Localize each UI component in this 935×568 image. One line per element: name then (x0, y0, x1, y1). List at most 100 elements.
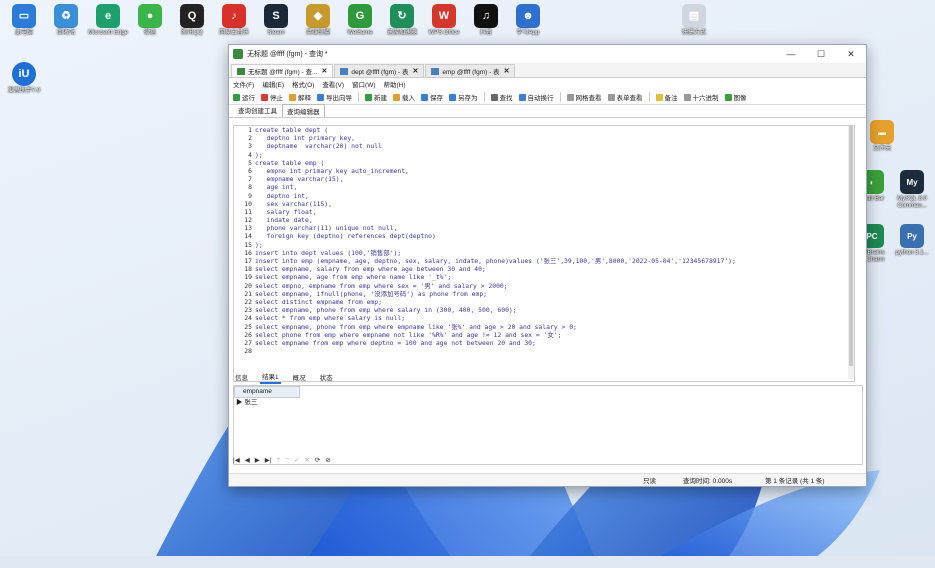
desktop-icon[interactable]: ↻ 迅游加速器 (378, 4, 426, 37)
toolbar-button[interactable]: 保存 (421, 92, 443, 102)
editor-scrollbar[interactable] (848, 126, 854, 379)
menu-format[interactable]: 格式(O) (292, 79, 314, 89)
code-line[interactable]: 6 empno int primary key auto_increment, (234, 167, 854, 175)
code-line[interactable]: 17 insert into emp (empname, age, deptno,… (234, 257, 854, 265)
code-line[interactable]: 24 select * from emp where salary is null… (234, 314, 854, 322)
code-line[interactable]: 2 deptno int primary key, (234, 134, 854, 142)
code-line[interactable]: 20 select empno, empname from emp where s… (234, 282, 854, 290)
desktop-icon[interactable]: e Microsoft Edge (84, 4, 132, 37)
code-line[interactable]: 19 select empname, age from emp where nam… (234, 273, 854, 281)
nav-button[interactable]: ⊘ (325, 456, 330, 464)
desktop-icon[interactable]: ♪ 网易云音乐 (210, 4, 258, 37)
nav-button[interactable]: ▶ (255, 456, 260, 464)
desktop-icon[interactable]: ▤ 快捷方式 (670, 4, 718, 37)
app-icon: iU (12, 62, 36, 86)
code-line[interactable]: 1 create table dept ( (234, 126, 854, 134)
tab-emp[interactable]: emp @ffff (fgm) - 表 ✕ (425, 64, 516, 77)
code-line[interactable]: 15); (234, 241, 854, 249)
close-button[interactable]: ✕ (836, 49, 866, 60)
desktop-icon[interactable]: iU 爱思助手7.0 (0, 62, 48, 95)
tab-info[interactable]: 信息 (233, 371, 250, 383)
code-line[interactable]: 12 indate date, (234, 216, 854, 224)
desktop-icon[interactable]: My MySQL 8.0 Comman... (888, 170, 935, 210)
toolbar-button[interactable]: 备注 (655, 92, 678, 102)
code-line[interactable]: 26 select phone from emp where empname no… (234, 331, 854, 339)
toolbar-button[interactable]: 网格查看 (566, 92, 602, 102)
toolbar-button[interactable]: 表单查看 (607, 92, 643, 102)
scroll-thumb[interactable] (849, 126, 853, 366)
code-text: empno int primary key auto_increment, (255, 166, 409, 175)
toolbar-button[interactable]: 十六进制 (683, 92, 719, 102)
desktop-icon[interactable]: ☻ 学习App (504, 4, 552, 37)
toolbar-button[interactable]: 自动换行 (518, 92, 554, 102)
toolbar-button[interactable]: 查找 (490, 92, 513, 102)
desktop-icon[interactable]: ♻ 回收站 (42, 4, 90, 37)
code-line[interactable]: 21 select empname, ifnull(phone, '没添加号码')… (234, 290, 854, 298)
desktop-icon[interactable]: W WPS Office (420, 4, 468, 37)
toolbar-button[interactable]: 解释 (289, 92, 311, 102)
toolbar-button[interactable]: 载入 (393, 92, 415, 102)
code-line[interactable]: 28 (234, 347, 854, 355)
code-line[interactable]: 25 select empname, phone from emp where e… (234, 323, 854, 331)
close-icon[interactable]: ✕ (413, 67, 419, 75)
tab-result1[interactable]: 结果1 (260, 370, 281, 384)
toolbar-button[interactable]: 新建 (365, 92, 387, 102)
code-line[interactable]: 13 phone varchar(11) unique not null, (234, 224, 854, 232)
code-line[interactable]: 16 insert into dept values (100,'销售部'); (234, 249, 854, 257)
tab-dept[interactable]: dept @ffff (fgm) - 表 ✕ (334, 64, 425, 77)
code-line[interactable]: 27 select empname from emp where deptno =… (234, 339, 854, 347)
tab-query-editor[interactable]: 查询编辑器 (282, 104, 325, 117)
nav-button[interactable]: ✓ (294, 456, 299, 464)
desktop-icon[interactable]: G WeGame (336, 4, 384, 37)
desktop-icon[interactable]: ◆ 英雄联盟 (294, 4, 342, 37)
maximize-button[interactable]: ☐ (806, 49, 836, 60)
nav-button[interactable]: + (276, 456, 280, 464)
tab-status[interactable]: 状态 (318, 371, 335, 383)
toolbar-button[interactable]: 停止 (261, 92, 283, 102)
menu-window[interactable]: 窗口(W) (352, 79, 375, 89)
code-line[interactable]: 23 select empname, phone from emp where s… (234, 306, 854, 314)
code-line[interactable]: 5 create table emp ( (234, 159, 854, 167)
menu-view[interactable]: 查看(V) (322, 79, 344, 89)
nav-button[interactable]: ▶| (265, 456, 272, 464)
toolbar-button[interactable]: 另存为 (449, 92, 478, 102)
desktop-icon[interactable]: ▭ 此电脑 (0, 4, 48, 37)
desktop-icon[interactable]: Q 腾讯QQ (168, 4, 216, 37)
code-line[interactable]: 8 age int, (234, 183, 854, 191)
toolbar-button[interactable]: 导出向导 (317, 92, 352, 102)
sql-editor[interactable]: 1 create table dept (2 deptno int primary… (233, 125, 855, 382)
app-icon: ↻ (390, 4, 414, 28)
desktop-icon[interactable]: ● 微信 (126, 4, 174, 37)
toolbar-button[interactable]: 图像 (724, 92, 747, 102)
code-line[interactable]: 18 select empname, salary from emp where … (234, 265, 854, 273)
menu-edit[interactable]: 编辑(E) (262, 79, 284, 89)
menu-file[interactable]: 文件(F) (233, 79, 254, 89)
menu-help[interactable]: 帮助(H) (384, 79, 406, 89)
minimize-button[interactable]: — (776, 49, 806, 60)
nav-button[interactable]: ✕ (304, 456, 309, 464)
desktop-icon[interactable]: Py python 3.1... (888, 224, 935, 257)
tab-profile[interactable]: 概况 (291, 371, 308, 383)
nav-button[interactable]: − (285, 456, 289, 464)
code-line[interactable]: 22 select distinct empname from emp; (234, 298, 854, 306)
column-header[interactable]: empname (234, 386, 300, 398)
tab-query[interactable]: 无标题 @ffff (fgm) - 查... ✕ (231, 64, 334, 77)
close-icon[interactable]: ✕ (321, 67, 327, 75)
code-line[interactable]: 9 deptno int, (234, 192, 854, 200)
line-number: 25 (244, 322, 252, 331)
tab-query-builder[interactable]: 查询创建工具 (233, 103, 282, 117)
close-icon[interactable]: ✕ (504, 67, 510, 75)
nav-button[interactable]: ◀ (245, 456, 250, 464)
code-line[interactable]: 11 salary float, (234, 208, 854, 216)
nav-button[interactable]: ⟳ (315, 456, 320, 464)
code-line[interactable]: 3 deptname varchar(20) not null (234, 142, 854, 150)
code-line[interactable]: 14 foreign key (deptno) references dept(… (234, 232, 854, 240)
code-line[interactable]: 7 empname varchar(15), (234, 175, 854, 183)
toolbar-button[interactable]: 运行 (233, 92, 255, 102)
nav-button[interactable]: |◀ (233, 456, 240, 464)
table-row[interactable]: ▶ 张三 (234, 398, 292, 408)
desktop-icon[interactable]: ♫ 抖音 (462, 4, 510, 37)
desktop-icon[interactable]: S Steam (252, 4, 300, 37)
code-line[interactable]: 10 sex varchar(115), (234, 200, 854, 208)
code-line[interactable]: 4); (234, 151, 854, 159)
